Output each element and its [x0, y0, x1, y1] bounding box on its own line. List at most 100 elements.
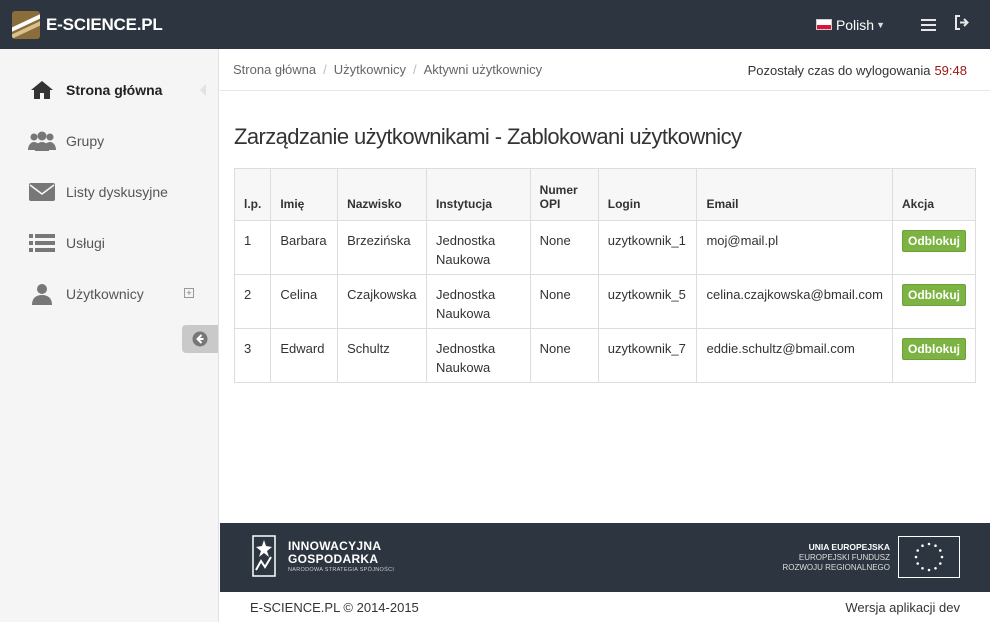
sidebar-item-groups[interactable]: Grupy: [0, 115, 218, 166]
sidebar-item-label: Usługi: [66, 234, 105, 251]
innovative-economy-text: INNOWACYJNA GOSPODARKA NARODOWA STRATEGI…: [288, 538, 395, 573]
cell-lp: 3: [233, 328, 272, 383]
table-row: 1 Barbara Brzezińska Jednostka Naukowa No…: [233, 220, 976, 275]
cell-institution-line1: Jednostka: [435, 341, 496, 356]
ig-line2: GOSPODARKA: [288, 551, 379, 566]
cell-last-name: Brzezińska: [337, 220, 427, 275]
table-row: 3 Edward Schultz Jednostka Naukowa None u…: [233, 328, 976, 383]
session-timer: Pozostały czas do wylogowania 59:48: [748, 49, 967, 91]
cell-institution-line2: Naukowa: [435, 252, 491, 267]
breadcrumb-active-users[interactable]: Aktywni użytkownicy: [424, 62, 542, 77]
cell-last-name: Schultz: [337, 328, 427, 383]
sidebar-item-label: Strona główna: [66, 81, 163, 98]
language-selector[interactable]: Polish ▼: [815, 16, 885, 33]
version-text: Wersja aplikacji dev: [845, 599, 960, 615]
eu-logo: UNIA EUROPEJSKA EUROPEJSKI FUNDUSZ ROZWO…: [782, 536, 960, 578]
breadcrumb-separator: /: [413, 62, 417, 77]
expand-icon[interactable]: +: [184, 288, 194, 298]
sidebar-item-home[interactable]: Strona główna: [0, 64, 218, 115]
unlock-button[interactable]: Odblokuj: [902, 338, 966, 360]
header-first-name: Imię: [270, 168, 339, 221]
cell-institution: Jednostka Naukowa: [425, 328, 531, 383]
sidebar: Strona główna Grupy Listy dyskusyjne Usł…: [0, 49, 219, 622]
cell-institution: Jednostka Naukowa: [425, 274, 531, 329]
cell-institution-line2: Naukowa: [435, 306, 491, 321]
header-action: Akcja: [892, 168, 976, 221]
header-lp: l.p.: [233, 168, 272, 221]
unlock-button[interactable]: Odblokuj: [902, 284, 966, 306]
cell-opi: None: [529, 220, 599, 275]
header-institution: Instytucja: [425, 168, 531, 221]
header-last-name: Nazwisko: [337, 168, 427, 221]
sidebar-item-mailing-lists[interactable]: Listy dyskusyjne: [0, 166, 218, 217]
cell-institution-line1: Jednostka: [435, 233, 496, 248]
cell-last-name: Czajkowska: [337, 274, 427, 329]
menu-toggle-button[interactable]: [921, 18, 936, 31]
innovative-economy-emblem-icon: [252, 535, 276, 577]
table-row: 2 Celina Czajkowska Jednostka Naukowa Non…: [233, 274, 976, 329]
poland-flag-icon: [815, 19, 832, 30]
home-icon: [28, 79, 56, 101]
eu-stars-icon: [914, 542, 944, 572]
footer-bottom: E-SCIENCE.PL © 2014-2015 Wersja aplikacj…: [220, 592, 990, 622]
logo-mark-icon: [12, 10, 40, 39]
cell-lp: 2: [233, 274, 272, 329]
page-title: Zarządzanie użytkownikami - Zablokowani …: [234, 124, 742, 149]
envelope-icon: [28, 181, 56, 203]
user-icon: [28, 283, 56, 305]
arrow-circle-left-icon: [192, 331, 208, 347]
header-opi-line1: Numer: [539, 183, 578, 197]
sidebar-item-users[interactable]: Użytkownicy +: [0, 268, 218, 319]
breadcrumb-home[interactable]: Strona główna: [233, 62, 316, 77]
ig-line3: NARODOWA STRATEGIA SPÓJNOŚCI: [288, 566, 395, 573]
breadcrumb-users[interactable]: Użytkownicy: [334, 62, 406, 77]
eu-line1: UNIA EUROPEJSKA: [808, 541, 890, 552]
list-icon: [28, 232, 56, 254]
cell-first-name: Edward: [270, 328, 339, 383]
cell-opi: None: [529, 274, 599, 329]
cell-login: uzytkownik_1: [597, 220, 698, 275]
footer-logos: INNOWACYJNA GOSPODARKA NARODOWA STRATEGI…: [220, 523, 990, 592]
eu-text: UNIA EUROPEJSKA EUROPEJSKI FUNDUSZ ROZWO…: [782, 542, 890, 573]
cell-email: celina.czajkowska@bmail.com: [696, 274, 893, 329]
top-navbar: E-SCIENCE.PL Polish ▼: [0, 0, 990, 49]
sign-out-icon: [955, 14, 969, 30]
eu-line2: EUROPEJSKI FUNDUSZ: [798, 552, 890, 562]
app-logo[interactable]: E-SCIENCE.PL: [12, 0, 163, 49]
header-opi-number: Numer OPI: [529, 168, 599, 221]
sidebar-item-label: Grupy: [66, 132, 105, 149]
collapse-sidebar-button[interactable]: [182, 325, 218, 353]
ig-line1: INNOWACYJNA: [288, 538, 382, 553]
breadcrumb: Strona główna / Użytkownicy / Aktywni uż…: [220, 49, 990, 91]
header-opi-line2: OPI: [539, 197, 561, 211]
topbar-actions: Polish ▼: [815, 0, 970, 49]
cell-institution-line2: Naukowa: [435, 360, 491, 375]
cell-email: moj@mail.pl: [696, 220, 893, 275]
cell-lp: 1: [233, 220, 272, 275]
header-email: Email: [696, 168, 893, 221]
users-table: l.p. Imię Nazwisko Instytucja Numer OPI L…: [233, 168, 976, 383]
cell-email: eddie.schultz@bmail.com: [696, 328, 893, 383]
sidebar-menu: Strona główna Grupy Listy dyskusyjne Usł…: [0, 49, 218, 319]
cell-institution-line1: Jednostka: [435, 287, 496, 302]
cell-first-name: Barbara: [270, 220, 339, 275]
cell-login: uzytkownik_7: [597, 328, 698, 383]
innovative-economy-logo: INNOWACYJNA GOSPODARKA NARODOWA STRATEGI…: [250, 534, 394, 578]
copyright-text: E-SCIENCE.PL © 2014-2015: [250, 599, 419, 615]
eu-flag-icon: [898, 536, 960, 578]
session-timer-value: 59:48: [934, 62, 967, 78]
cell-first-name: Celina: [270, 274, 339, 329]
language-label: Polish: [835, 16, 875, 33]
eu-line3: ROZWOJU REGIONALNEGO: [782, 562, 890, 572]
unlock-button[interactable]: Odblokuj: [902, 230, 966, 252]
sidebar-item-services[interactable]: Usługi: [0, 217, 218, 268]
sidebar-item-label: Użytkownicy: [66, 285, 144, 302]
logout-button[interactable]: [954, 14, 970, 35]
hamburger-icon: [921, 18, 936, 31]
session-timer-label: Pozostały czas do wylogowania: [747, 62, 931, 78]
cell-opi: None: [529, 328, 599, 383]
active-indicator: [200, 84, 206, 96]
breadcrumb-separator: /: [323, 62, 327, 77]
cell-action: Odblokuj: [892, 220, 976, 275]
cell-action: Odblokuj: [892, 274, 976, 329]
